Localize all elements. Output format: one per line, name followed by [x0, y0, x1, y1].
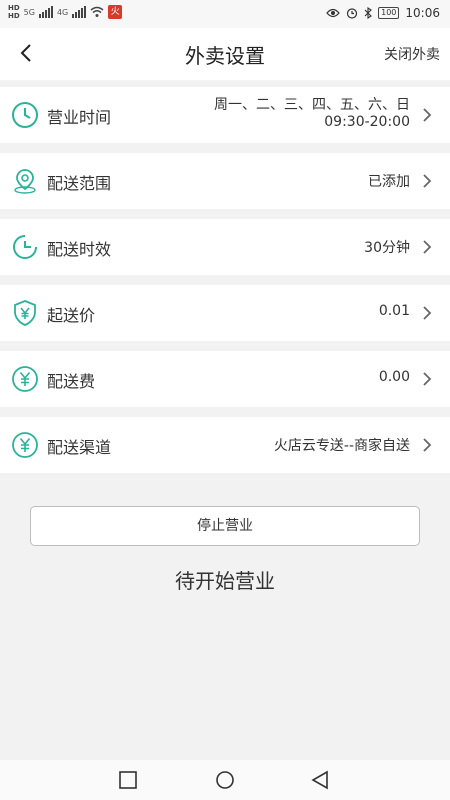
setting-value: 已添加: [368, 174, 410, 190]
timer-icon: [13, 235, 37, 259]
status-left: HD HD 5G 4G 火: [8, 4, 123, 20]
setting-row-minimum-order[interactable]: 起送价 0.01: [0, 285, 450, 341]
chevron-right-icon: [423, 108, 432, 122]
chevron-right-icon: [423, 438, 432, 452]
business-days: 周一、二、三、四、五、六、日: [214, 97, 410, 113]
business-status-text: 待开始营业: [175, 569, 275, 593]
eye-icon: [326, 8, 340, 18]
setting-row-business-hours[interactable]: 营业时间 周一、二、三、四、五、六、日 09:30-20:00: [0, 87, 450, 143]
setting-row-delivery-time[interactable]: 配送时效 30分钟: [0, 219, 450, 275]
stop-business-button[interactable]: 停止营业: [30, 506, 420, 546]
setting-value: 0.00: [378, 369, 410, 385]
yuan-shield-icon: [14, 300, 36, 326]
page-title: 外卖设置: [185, 44, 265, 68]
setting-row-delivery-range[interactable]: 配送范围 已添加: [0, 153, 450, 209]
recent-apps-icon[interactable]: [118, 770, 138, 790]
hd-label: HD: [8, 12, 20, 20]
system-nav-bar: [0, 760, 450, 800]
bluetooth-icon: [364, 7, 372, 19]
setting-label: 起送价: [47, 306, 96, 325]
close-takeout-button[interactable]: 关闭外卖: [384, 44, 440, 64]
back-icon[interactable]: [310, 770, 330, 790]
hd-label: HD: [8, 4, 20, 12]
setting-label: 营业时间: [47, 108, 112, 127]
signal-icon: [38, 6, 53, 18]
location-pin-icon: [14, 169, 36, 194]
chevron-right-icon: [423, 174, 432, 188]
yuan-circle-icon: [12, 366, 38, 392]
yuan-circle-icon: [12, 432, 38, 458]
clock-icon: [12, 102, 38, 128]
setting-value: 火店云专送--商家自送: [273, 438, 410, 454]
network-4g-label: 4G: [56, 7, 69, 17]
alarm-icon: [347, 8, 358, 19]
network-5g-label: 5G: [23, 7, 35, 17]
signal-icon: [72, 6, 87, 18]
wifi-icon: [90, 6, 104, 17]
setting-value: 30分钟: [364, 240, 410, 256]
setting-value: 0.01: [378, 303, 410, 319]
status-right: 100 10:06: [326, 6, 440, 20]
setting-label: 配送费: [47, 372, 96, 391]
status-bar: HD HD 5G 4G 火 100 10:06: [0, 0, 450, 28]
home-icon[interactable]: [215, 770, 235, 790]
setting-row-delivery-channel[interactable]: 配送渠道 火店云专送--商家自送: [0, 417, 450, 473]
status-time: 10:06: [405, 6, 440, 20]
setting-label: 配送时效: [47, 240, 112, 259]
setting-row-delivery-fee[interactable]: 配送费 0.00: [0, 351, 450, 407]
chevron-right-icon: [423, 240, 432, 254]
app-notification-icon: 火: [108, 5, 123, 19]
chevron-right-icon: [423, 306, 432, 320]
business-time-range: 09:30-20:00: [324, 114, 410, 130]
sim-indicators: HD HD: [8, 4, 20, 20]
app-header: 外卖设置 关闭外卖: [0, 28, 450, 80]
battery-indicator: 100: [378, 7, 400, 19]
setting-label: 配送渠道: [47, 438, 112, 457]
setting-value: 周一、二、三、四、五、六、日 09:30-20:00: [214, 97, 410, 131]
setting-label: 配送范围: [47, 174, 112, 193]
chevron-right-icon: [423, 372, 432, 386]
